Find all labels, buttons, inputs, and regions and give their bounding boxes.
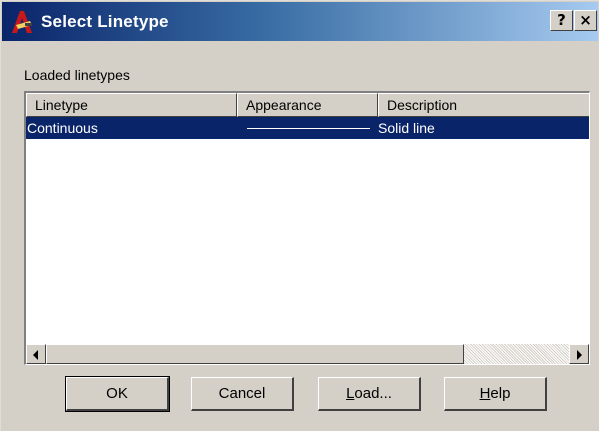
arrow-left-icon: [33, 350, 38, 360]
solid-line-sample: [247, 128, 370, 129]
autocad-app-icon: [12, 11, 32, 33]
column-header-appearance[interactable]: Appearance: [237, 93, 378, 117]
window-title: Select Linetype: [41, 12, 169, 31]
select-linetype-dialog: Select Linetype ? × Loaded linetypes Lin…: [0, 0, 599, 431]
column-header-description[interactable]: Description: [378, 93, 589, 117]
help-mnemonic: H: [479, 385, 491, 402]
column-header-linetype[interactable]: Linetype: [26, 93, 237, 117]
loaded-linetypes-label: Loaded linetypes: [24, 67, 130, 83]
description-cell: Solid line: [378, 120, 435, 136]
help-label: elp: [490, 385, 511, 402]
list-header: Linetype Appearance Description: [26, 93, 589, 117]
title-bar[interactable]: Select Linetype ? ×: [2, 2, 598, 41]
arrow-right-icon: [577, 350, 582, 360]
cancel-button[interactable]: Cancel: [191, 377, 294, 411]
load-label: oad...: [354, 385, 392, 402]
scroll-right-button[interactable]: [569, 344, 589, 364]
list-row-continuous[interactable]: Continuous Solid line: [26, 117, 589, 139]
help-button[interactable]: Help: [444, 377, 547, 411]
linetype-list[interactable]: Linetype Appearance Description Continuo…: [24, 91, 590, 365]
linetype-name-cell: Continuous: [27, 120, 98, 136]
help-title-button[interactable]: ?: [550, 10, 573, 31]
ok-button[interactable]: OK: [65, 376, 170, 412]
close-title-button[interactable]: ×: [574, 10, 597, 31]
scroll-left-button[interactable]: [26, 344, 46, 364]
scroll-thumb[interactable]: [46, 344, 464, 364]
load-button[interactable]: Load...: [318, 377, 421, 411]
horizontal-scrollbar[interactable]: [26, 344, 589, 364]
